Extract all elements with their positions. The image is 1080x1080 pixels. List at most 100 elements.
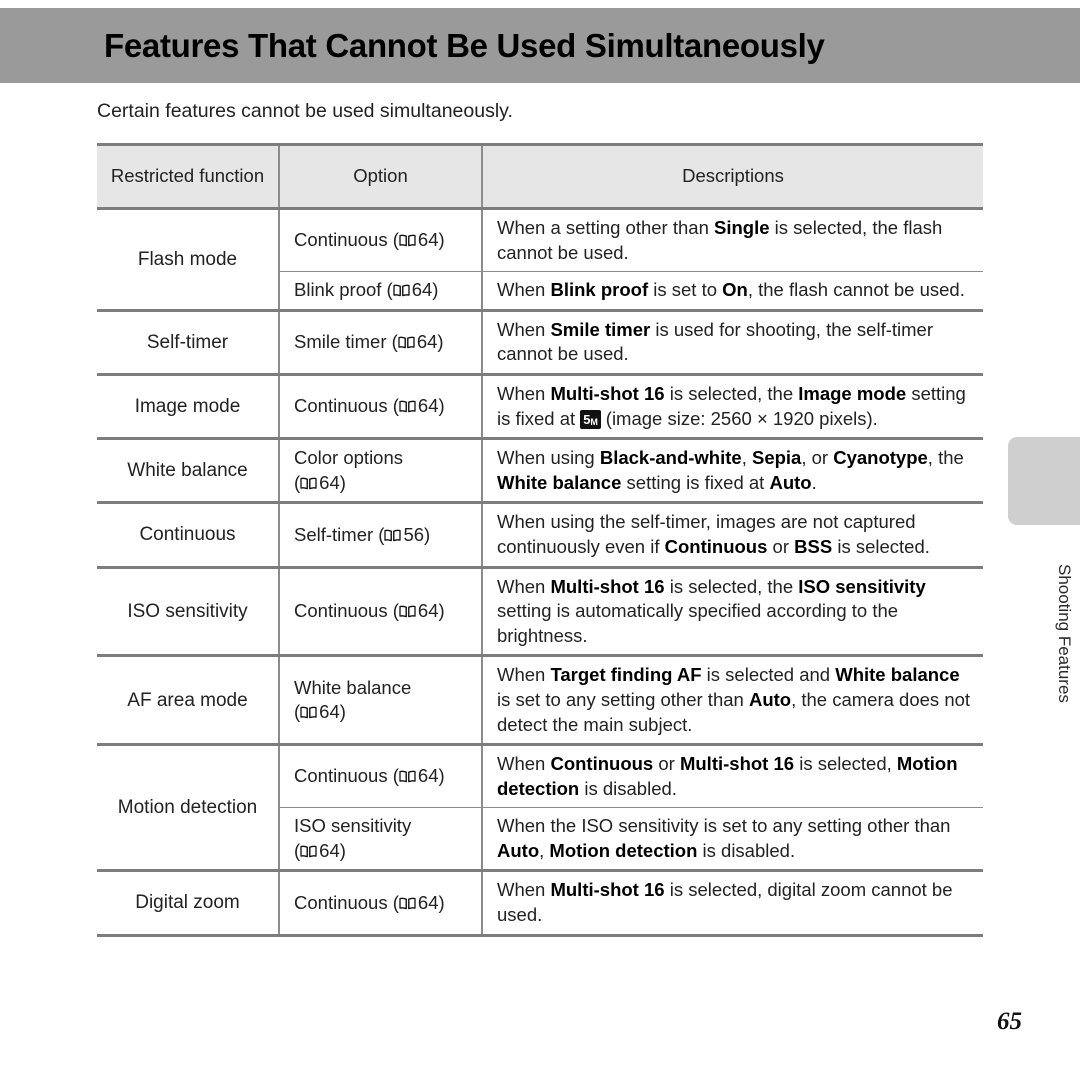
table-row: Digital zoom Continuous (64) When Multi-sh… xyxy=(97,870,983,937)
column-header-description: Descriptions xyxy=(481,143,983,210)
option-label: Continuous xyxy=(294,765,388,787)
table-row: Image mode Continuous (64) When Multi-shot… xyxy=(97,374,983,441)
restricted-function-label: Flash mode xyxy=(137,248,238,270)
image-size-badge: 5M xyxy=(580,410,601,429)
option-label: ISO sensitivity xyxy=(294,815,412,837)
page-reference-number: 64 xyxy=(411,279,433,301)
description-cell: When Continuous or Multi-shot 16 is sele… xyxy=(481,744,983,809)
emphasis-text: White balance xyxy=(835,664,960,686)
emphasis-text: Auto xyxy=(748,688,792,710)
option-label: Blink proof xyxy=(294,279,382,301)
book-page-reference-icon xyxy=(384,529,402,542)
section-thumb-tab xyxy=(1008,437,1080,525)
emphasis-text: Target finding AF xyxy=(550,664,702,686)
book-page-reference-icon xyxy=(399,605,416,618)
option-label: White balance xyxy=(294,676,412,698)
restricted-function-label: White balance xyxy=(127,460,248,482)
option-label: Continuous xyxy=(294,395,388,417)
option-cell: Blink proof (64) xyxy=(278,271,482,312)
page-reference-number: 64 xyxy=(416,331,438,353)
page-reference-number: 64 xyxy=(319,839,340,861)
emphasis-text: Sepia xyxy=(751,447,802,469)
option-label: Continuous xyxy=(294,600,388,622)
page-reference-number: 64 xyxy=(417,229,439,251)
restricted-function-label: Motion detection xyxy=(117,797,258,819)
description-cell: When a setting other than Single is sele… xyxy=(481,208,983,273)
restricted-function-label: AF area mode xyxy=(127,689,248,711)
emphasis-text: White balance xyxy=(497,471,622,493)
option-cell: ISO sensitivity(64) xyxy=(278,807,482,873)
option-label: Self-timer xyxy=(294,523,374,545)
restricted-function-label: ISO sensitivity xyxy=(127,600,248,622)
option-cell: White balance(64) xyxy=(278,655,482,747)
table-header-row: Restricted function Option Descriptions xyxy=(97,143,983,210)
book-page-reference-icon xyxy=(300,706,317,719)
emphasis-text: On xyxy=(722,279,748,301)
table-row: AF area mode White balance(64) When Target… xyxy=(97,655,983,747)
book-page-reference-icon xyxy=(398,336,415,349)
description-cell: When Multi-shot 16 is selected, digital … xyxy=(481,870,983,937)
column-header-option: Option xyxy=(278,143,482,210)
restricted-function-cell: Self-timer xyxy=(97,310,279,376)
table-body: Flash mode Continuous (64) When a setting … xyxy=(97,208,983,937)
restrictions-table: Restricted function Option Descriptions … xyxy=(97,143,983,937)
restricted-function-label: Digital zoom xyxy=(135,892,240,914)
description-cell: When using Black-and-white, Sepia, or Cy… xyxy=(481,438,983,505)
restricted-function-cell: Continuous xyxy=(97,502,279,569)
book-page-reference-icon xyxy=(300,477,317,490)
emphasis-text: ISO sensitivity xyxy=(798,575,926,597)
book-page-reference-icon xyxy=(399,400,416,413)
restricted-function-cell: AF area mode xyxy=(97,655,279,747)
intro-paragraph: Certain features cannot be used simultan… xyxy=(97,100,513,122)
option-label: Continuous xyxy=(294,229,388,251)
restricted-function-cell: Digital zoom xyxy=(97,870,279,937)
restricted-function-label: Image mode xyxy=(134,395,241,417)
page-reference-number: 64 xyxy=(417,600,439,622)
option-label: Color options xyxy=(294,447,404,469)
emphasis-text: Black-and-white xyxy=(599,447,742,469)
page-reference-number: 64 xyxy=(417,765,439,787)
emphasis-text: Motion detection xyxy=(549,839,698,861)
description-cell: When Multi-shot 16 is selected, the Imag… xyxy=(481,374,983,441)
emphasis-text: Smile timer xyxy=(550,318,651,340)
restricted-function-cell: Motion detection xyxy=(97,744,279,873)
table-row: Flash mode Continuous (64) When a setting … xyxy=(97,208,983,312)
emphasis-text: BSS xyxy=(794,535,833,557)
page-reference-number: 64 xyxy=(417,395,439,417)
option-cell: Continuous (64) xyxy=(278,744,482,809)
page-title: Features That Cannot Be Used Simultaneou… xyxy=(104,26,825,64)
restricted-function-cell: White balance xyxy=(97,438,279,505)
restricted-function-cell: Flash mode xyxy=(97,208,279,312)
table-row: White balance Color options(64) When using… xyxy=(97,438,983,505)
option-cell: Self-timer (56) xyxy=(278,502,482,569)
page-reference-number: 64 xyxy=(417,891,439,913)
emphasis-text: Single xyxy=(714,217,770,238)
page-title-banner: Features That Cannot Be Used Simultaneou… xyxy=(0,8,1080,83)
description-cell: When Blink proof is set to On, the flash… xyxy=(481,271,983,312)
page-reference-number: 64 xyxy=(319,471,340,493)
restricted-function-label: Self-timer xyxy=(146,331,229,353)
option-cell: Smile timer (64) xyxy=(278,310,482,376)
option-cell: Continuous (64) xyxy=(278,374,482,441)
description-cell: When the ISO sensitivity is set to any s… xyxy=(481,807,983,873)
column-header-function: Restricted function xyxy=(97,143,279,210)
emphasis-text: Continuous xyxy=(550,753,654,775)
description-cell: When Target finding AF is selected and W… xyxy=(481,655,983,747)
emphasis-text: Multi-shot 16 xyxy=(679,753,795,775)
option-label: Continuous xyxy=(294,891,388,913)
emphasis-text: Image mode xyxy=(798,382,907,404)
restricted-function-label: Continuous xyxy=(139,524,236,546)
emphasis-text: Cyanotype xyxy=(833,447,928,469)
table-row: ISO sensitivity Continuous (64) When Multi… xyxy=(97,567,983,658)
book-page-reference-icon xyxy=(399,770,416,783)
option-cell: Continuous (64) xyxy=(278,208,482,273)
table-row: Self-timer Smile timer (64) When Smile tim… xyxy=(97,310,983,376)
book-page-reference-icon xyxy=(300,845,317,858)
description-cell: When Multi-shot 16 is selected, the ISO … xyxy=(481,567,983,658)
emphasis-text: Multi-shot 16 xyxy=(550,879,665,901)
book-page-reference-icon xyxy=(393,284,410,297)
book-page-reference-icon xyxy=(399,234,416,247)
section-tab-label: Shooting Features xyxy=(1055,563,1074,703)
emphasis-text: Auto xyxy=(769,471,812,493)
emphasis-text: Continuous xyxy=(664,535,768,557)
